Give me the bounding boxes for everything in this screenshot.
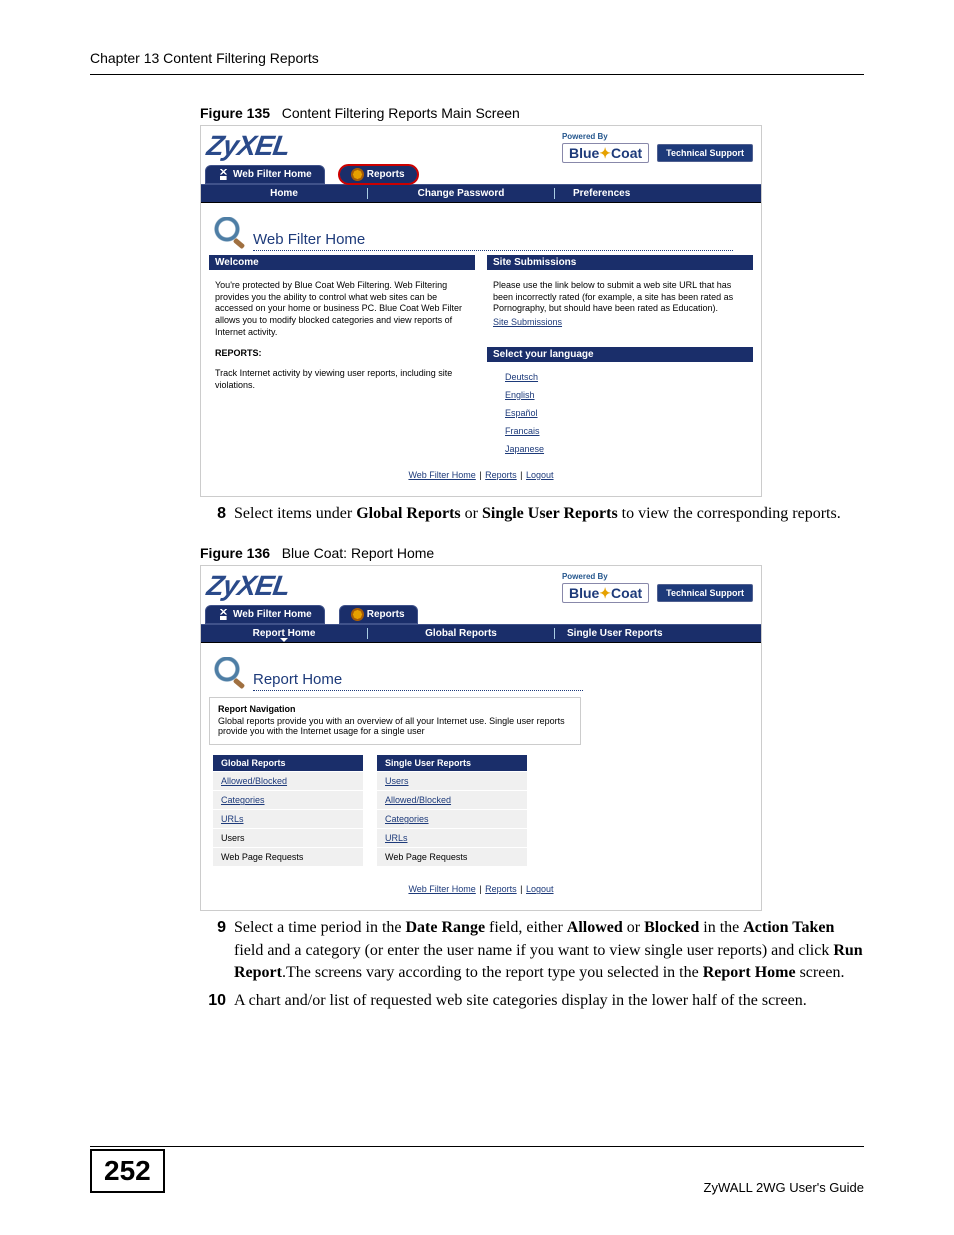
table-row[interactable]: Users [377,772,527,791]
footer-link-home[interactable]: Web Filter Home [408,470,475,480]
table-row: Web Page Requests [377,848,527,867]
welcome-text: You're protected by Blue Coat Web Filter… [215,280,469,338]
subtab-report-home[interactable]: Report Home [201,628,368,639]
page-number: 252 [90,1149,165,1193]
step-9-text: Select a time period in the Date Range f… [234,917,864,984]
step-8-number: 8 [206,503,226,525]
figure-135-caption: Figure 135 Content Filtering Reports Mai… [200,105,864,121]
language-link[interactable]: Francais [505,426,735,436]
figure-135-num: Figure 135 [200,105,270,121]
footer-link-reports-2[interactable]: Reports [485,884,517,894]
language-link[interactable]: Japanese [505,444,735,454]
bluecoat-logo-2: Blue✦Coat [562,583,649,603]
home-icon-2 [218,609,229,620]
subtab-home[interactable]: Home [201,188,368,199]
reports-text: Track Internet activity by viewing user … [215,368,469,391]
technical-support-button-2[interactable]: Technical Support [657,584,753,602]
tab-web-filter-home[interactable]: Web Filter Home [205,165,325,184]
language-link[interactable]: Español [505,408,735,418]
figure-135-title: Content Filtering Reports Main Screen [282,105,520,121]
bluecoat-logo: Blue✦Coat [562,143,649,163]
tab-reports-2[interactable]: Reports [339,605,418,624]
global-reports-table: Global Reports Allowed/BlockedCategories… [213,755,363,866]
step-10-number: 10 [206,990,226,1012]
subtab-global-reports[interactable]: Global Reports [368,628,555,639]
report-navigation-text: Global reports provide you with an overv… [210,716,580,744]
screenshot-web-filter-home: ZyXEL Powered By Blue✦Coat Technical Sup… [200,125,762,497]
figure-136-caption: Figure 136 Blue Coat: Report Home [200,545,864,561]
step-10-text: A chart and/or list of requested web sit… [234,990,864,1012]
zyxel-logo: ZyXEL [205,132,291,160]
table-row[interactable]: Allowed/Blocked [377,791,527,810]
page-title-2: Report Home [253,671,583,691]
figure-136-num: Figure 136 [200,545,270,561]
table-row[interactable]: Categories [213,791,363,810]
powered-by-label: Powered By [562,132,608,141]
language-link[interactable]: Deutsch [505,372,735,382]
reports-icon [352,169,363,180]
table-row[interactable]: Allowed/Blocked [213,772,363,791]
chapter-header: Chapter 13 Content Filtering Reports [90,50,864,75]
site-submissions-header: Site Submissions [487,255,753,270]
single-user-reports-table: Single User Reports UsersAllowed/Blocked… [377,755,527,866]
magnifier-icon [213,217,247,251]
table-row: Web Page Requests [213,848,363,867]
site-submissions-link[interactable]: Site Submissions [493,317,562,327]
language-header: Select your language [487,347,753,362]
subtab-change-password[interactable]: Change Password [368,188,555,199]
guide-name: ZyWALL 2WG User's Guide [704,1180,864,1195]
step-9-number: 9 [206,917,226,984]
reports-icon-2 [352,609,363,620]
powered-by-label-2: Powered By [562,572,608,581]
footer-link-reports[interactable]: Reports [485,470,517,480]
footer-link-logout[interactable]: Logout [526,470,554,480]
reports-label: REPORTS: [215,348,469,360]
home-icon [218,169,229,180]
technical-support-button[interactable]: Technical Support [657,144,753,162]
tab-reports[interactable]: Reports [339,165,418,184]
table-row[interactable]: Categories [377,810,527,829]
language-link[interactable]: English [505,390,735,400]
subtab-single-user-reports[interactable]: Single User Reports [555,628,691,639]
subtab-preferences[interactable]: Preferences [555,188,658,199]
magnifier-icon-2 [213,657,247,691]
figure-136-title: Blue Coat: Report Home [282,545,435,561]
footer-link-logout-2[interactable]: Logout [526,884,554,894]
table-row[interactable]: URLs [213,810,363,829]
zyxel-logo-2: ZyXEL [205,572,291,600]
welcome-header: Welcome [209,255,475,270]
screenshot-report-home: ZyXEL Powered By Blue✦Coat Technical Sup… [200,565,762,911]
global-reports-th: Global Reports [213,755,363,772]
tab-web-filter-home-2[interactable]: Web Filter Home [205,605,325,624]
page-title: Web Filter Home [253,231,733,251]
single-user-reports-th: Single User Reports [377,755,527,772]
footer-link-home-2[interactable]: Web Filter Home [408,884,475,894]
table-row[interactable]: URLs [377,829,527,848]
table-row: Users [213,829,363,848]
site-submissions-text: Please use the link below to submit a we… [493,280,747,315]
report-navigation-header: Report Navigation [210,698,580,716]
step-8-text: Select items under Global Reports or Sin… [234,503,864,525]
